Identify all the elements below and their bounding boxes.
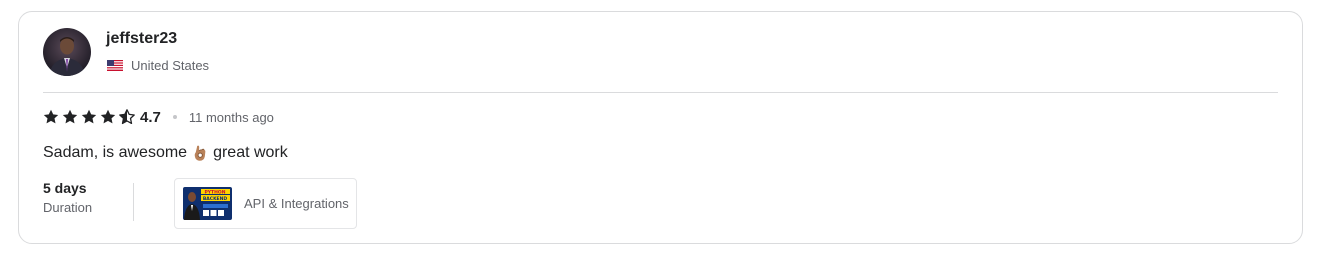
svg-text:BACKEND: BACKEND xyxy=(203,196,228,202)
us-flag-icon xyxy=(107,60,123,71)
separator-dot xyxy=(172,115,177,119)
gig-label[interactable]: API & Integrations xyxy=(244,196,349,211)
ok-hand-icon xyxy=(194,145,206,161)
rating-row: 4.7 11 months ago xyxy=(43,108,274,126)
duration-value: 5 days xyxy=(43,180,87,196)
gig-thumb-text: PYTHON xyxy=(205,189,226,195)
review-time: 11 months ago xyxy=(188,109,274,125)
duration-block: 5 days Duration xyxy=(43,180,92,215)
star-full-icon xyxy=(62,109,78,124)
avatar[interactable] xyxy=(43,28,91,76)
review-text-end: great work xyxy=(213,144,288,161)
star-full-icon xyxy=(81,109,97,124)
avatar-image xyxy=(43,28,91,76)
star-half-icon xyxy=(119,109,135,125)
duration-label: Duration xyxy=(43,200,93,215)
gig-thumbnail: PYTHON BACKEND xyxy=(183,187,232,220)
star-full-icon xyxy=(100,109,116,124)
star-full-icon xyxy=(43,109,59,124)
reviewer-username[interactable]: jeffster23 xyxy=(106,30,177,48)
review-text-start: Sadam, is awesome xyxy=(43,144,188,161)
reviewer-country: United States xyxy=(107,58,209,73)
review-card: jeffster23 United States 4.7 11 months a… xyxy=(18,11,1303,244)
header-divider xyxy=(43,92,1278,93)
rating-value: 4.7 xyxy=(140,108,161,126)
review-text: Sadam, is awesome great work xyxy=(43,144,288,162)
country-label: United States xyxy=(131,58,210,73)
gig-link[interactable]: PYTHON BACKEND API & Integrations xyxy=(174,178,357,229)
details-divider xyxy=(133,183,134,221)
